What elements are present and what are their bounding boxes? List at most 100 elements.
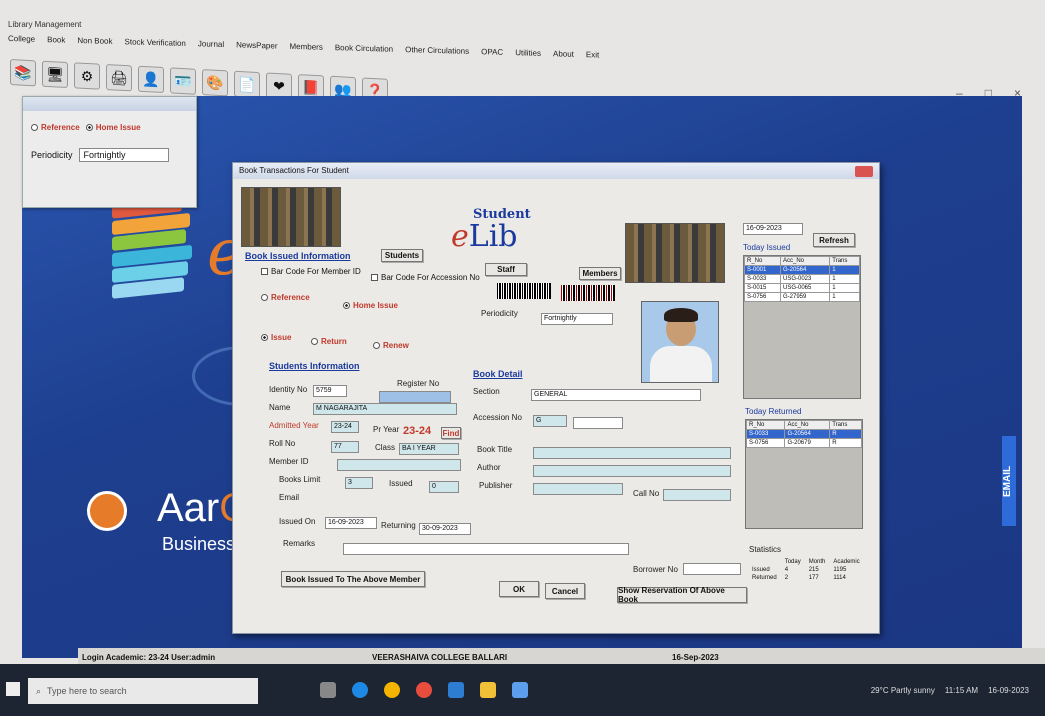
menu-newspaper[interactable]: NewsPaper xyxy=(236,40,277,55)
table-row[interactable]: S-0033 G-20564 R xyxy=(745,429,862,439)
cancel-button[interactable]: Cancel xyxy=(545,583,585,599)
taskbar-search[interactable]: ⌕ Type here to search xyxy=(28,678,258,704)
search-placeholder: Type here to search xyxy=(47,686,127,696)
dialog-close-button[interactable] xyxy=(855,166,873,177)
accession-field[interactable]: G xyxy=(533,415,567,427)
identity-label: Identity No xyxy=(269,385,308,394)
email-side-tab[interactable]: EMAIL xyxy=(1002,436,1016,526)
radio-reference-small[interactable]: Reference xyxy=(31,123,80,132)
barcode-accession-checkbox[interactable]: Bar Code For Accession No xyxy=(371,273,480,282)
clock-time[interactable]: 11:15 AM xyxy=(945,686,978,695)
menu-utilities[interactable]: Utilities xyxy=(515,48,541,63)
radio-return[interactable]: Return xyxy=(311,337,347,346)
issued-on-label: Issued On xyxy=(279,517,316,526)
menu-members[interactable]: Members xyxy=(290,42,323,57)
store-icon[interactable] xyxy=(448,682,464,698)
table-row[interactable]: S-0756 G-27959 1 xyxy=(744,292,860,302)
barcode-member-checkbox[interactable]: Bar Code For Member ID xyxy=(261,267,361,276)
members-button[interactable]: Members xyxy=(579,267,621,280)
card-icon[interactable]: 🪪 xyxy=(170,67,196,95)
issued-on-date[interactable]: 16-09-2023 xyxy=(325,517,377,529)
table-row[interactable]: S-0756 G-20679 R xyxy=(745,438,862,448)
radio-home-issue-small[interactable]: Home Issue xyxy=(85,123,141,132)
college-name: VEERASHAIVA COLLEGE BALLARI xyxy=(372,652,508,662)
grid-header: Trans xyxy=(829,420,862,430)
section-select[interactable]: GENERAL xyxy=(531,389,701,401)
periodicity-select[interactable]: Fortnightly xyxy=(541,313,613,325)
borrower-label: Borrower No xyxy=(633,565,678,574)
books-limit-field[interactable]: 3 xyxy=(345,477,373,489)
app-title: Library Management xyxy=(8,20,82,29)
folder-icon[interactable] xyxy=(480,682,496,698)
menu-book-circulation[interactable]: Book Circulation xyxy=(335,43,393,59)
remarks-field[interactable] xyxy=(343,543,629,555)
app-icon[interactable] xyxy=(512,682,528,698)
periodicity-select-small[interactable]: Fortnightly xyxy=(78,148,169,162)
document-icon[interactable]: 📄 xyxy=(234,70,260,99)
radio-renew[interactable]: Renew xyxy=(373,341,409,350)
register-label: Register No xyxy=(397,379,440,388)
menu-journal[interactable]: Journal xyxy=(198,39,224,54)
identity-field[interactable]: 5759 xyxy=(313,385,347,397)
menu-non-book[interactable]: Non Book xyxy=(77,36,112,51)
grid-header: R_No xyxy=(745,420,786,430)
today-issued-label: Today Issued xyxy=(743,243,791,252)
barcode-image-1 xyxy=(497,283,551,299)
edge-icon[interactable] xyxy=(352,682,368,698)
weather-status[interactable]: 29°C Partly sunny xyxy=(871,686,935,695)
book-issued-to-member-button[interactable]: Book Issued To The Above Member xyxy=(281,571,425,587)
menu-opac[interactable]: OPAC xyxy=(481,47,503,62)
accession-extra-field[interactable] xyxy=(573,417,623,429)
menu-book[interactable]: Book xyxy=(47,35,65,50)
radio-home-issue[interactable]: Home Issue xyxy=(343,301,398,310)
monitor-icon[interactable]: 🖥 xyxy=(42,60,68,89)
clock-date[interactable]: 16-09-2023 xyxy=(988,686,1029,695)
opera-icon[interactable] xyxy=(416,682,432,698)
chrome-icon[interactable] xyxy=(384,682,400,698)
issued-count-field[interactable]: 0 xyxy=(429,481,459,493)
class-field[interactable]: BA I YEAR xyxy=(399,443,459,455)
today-returned-label: Today Returned xyxy=(745,407,802,416)
menu-about[interactable]: About xyxy=(553,49,574,64)
table-row[interactable]: S-0033 USG-0023 1 xyxy=(744,274,860,284)
radio-issue[interactable]: Issue xyxy=(261,333,291,342)
books-icon[interactable]: 📚 xyxy=(10,59,36,87)
roll-label: Roll No xyxy=(269,439,296,448)
scanner-icon[interactable]: 🖨 xyxy=(106,64,132,92)
task-view-icon[interactable] xyxy=(320,682,336,698)
taskbar-icons xyxy=(320,682,528,698)
table-row[interactable]: S-0001 G-20564 1 xyxy=(744,265,860,275)
windows-start-icon[interactable] xyxy=(6,682,20,696)
refresh-button[interactable]: Refresh xyxy=(813,233,855,247)
menu-stock-verification[interactable]: Stock Verification xyxy=(125,37,186,53)
gear-icon[interactable]: ⚙ xyxy=(74,62,100,90)
ok-button[interactable]: OK xyxy=(499,581,539,597)
borrower-field[interactable] xyxy=(683,563,741,575)
menu-exit[interactable]: Exit xyxy=(586,50,599,64)
radio-reference[interactable]: Reference xyxy=(261,293,310,302)
books-limit-label: Books Limit xyxy=(279,475,321,484)
book-title-field[interactable] xyxy=(533,447,731,459)
author-field[interactable] xyxy=(533,465,731,477)
table-row[interactable]: S-0015 USG-0065 1 xyxy=(744,283,860,293)
register-field[interactable] xyxy=(379,391,451,403)
staff-button[interactable]: Staff xyxy=(485,263,527,276)
find-button[interactable]: Find xyxy=(441,427,461,439)
call-no-field[interactable] xyxy=(663,489,731,501)
date-picker[interactable]: 16-09-2023 xyxy=(743,223,803,235)
name-label: Name xyxy=(269,403,291,412)
roll-field[interactable]: 77 xyxy=(331,441,359,453)
menu-college[interactable]: College xyxy=(8,34,35,49)
students-button[interactable]: Students xyxy=(381,249,423,262)
member-id-field[interactable] xyxy=(337,459,461,471)
person-icon[interactable]: 👤 xyxy=(138,65,164,94)
statistics-table: Today Month Academic Issued 4 215 1195 Return… xyxy=(752,559,860,581)
call-no-label: Call No xyxy=(633,489,660,498)
name-field[interactable]: M NAGARAJITA xyxy=(313,403,457,415)
returning-date[interactable]: 30-09-2023 xyxy=(419,523,471,535)
show-reservation-button[interactable]: Show Reservation Of Above Book xyxy=(617,586,747,604)
admitted-year-field[interactable]: 23-24 xyxy=(331,421,359,433)
menu-other-circulations[interactable]: Other Circulations xyxy=(405,45,469,61)
publisher-field[interactable] xyxy=(533,483,623,495)
paint-icon[interactable]: 🎨 xyxy=(202,69,228,97)
